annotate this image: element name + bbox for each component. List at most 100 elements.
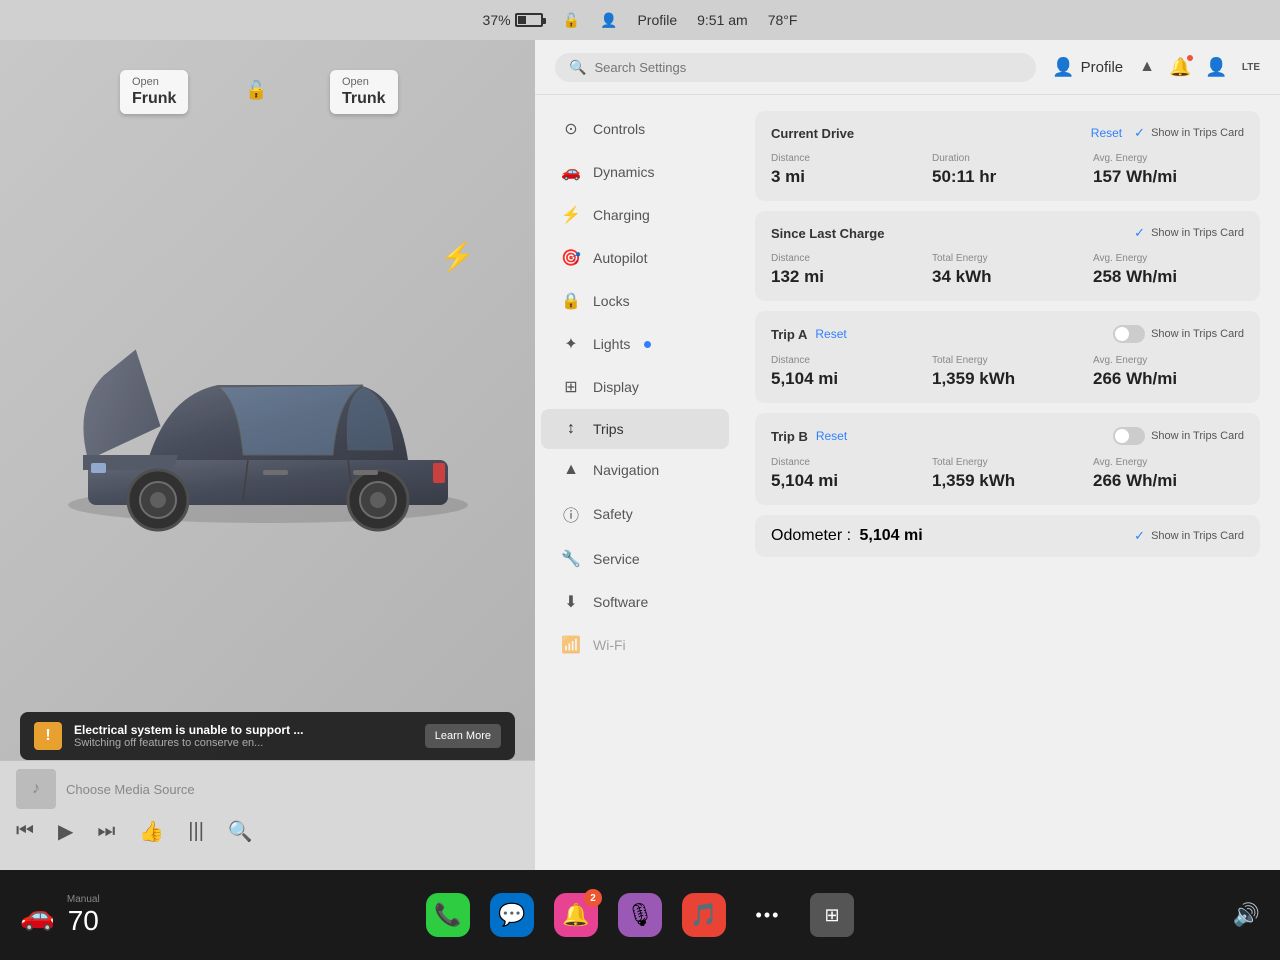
- since-last-charge-avg-energy: Avg. Energy 258 Wh/mi: [1093, 253, 1244, 287]
- nav-label-charging: Charging: [593, 207, 650, 223]
- nav-item-controls[interactable]: ⊙ Controls: [541, 108, 729, 150]
- battery-indicator: 37%: [483, 12, 543, 28]
- podcast-app-button[interactable]: 🎙: [618, 893, 662, 937]
- trip-a-reset-button[interactable]: Reset: [815, 327, 846, 341]
- profile-section[interactable]: 👤 Profile: [1052, 57, 1123, 78]
- learn-more-button[interactable]: Learn More: [425, 724, 501, 748]
- since-last-charge-stats: Distance 132 mi Total Energy 34 kWh Avg.…: [771, 253, 1244, 287]
- trip-b-stats: Distance 5,104 mi Total Energy 1,359 kWh…: [771, 457, 1244, 491]
- status-bar: 37% 🔓 👤 Profile 9:51 am 78°F: [0, 0, 1280, 40]
- alert-warning-icon: !: [34, 722, 62, 750]
- main-content: Open Frunk Open Trunk 🔓: [0, 40, 1280, 870]
- nav-item-service[interactable]: 🔧 Service: [541, 538, 729, 580]
- media-controls: ⏮ ▶ ⏭ 👍 ||| 🔍: [16, 819, 519, 844]
- current-drive-show-trips: ✓ Show in Trips Card: [1134, 125, 1244, 141]
- current-drive-reset-button[interactable]: Reset: [1091, 126, 1122, 140]
- trip-a-distance: Distance 5,104 mi: [771, 355, 922, 389]
- taskbar-right: 🔊: [854, 902, 1260, 928]
- nav-label-autopilot: Autopilot: [593, 250, 647, 266]
- since-last-charge-section: Since Last Charge ✓ Show in Trips Card D…: [755, 211, 1260, 301]
- notification-bell-icon[interactable]: 🔔: [1169, 57, 1191, 78]
- since-last-charge-title: Since Last Charge: [771, 226, 884, 241]
- trips-icon: ↕: [561, 420, 581, 438]
- car-image: [20, 120, 515, 750]
- right-panel: 🔍 👤 Profile ▲ 🔔 👤 LTE: [535, 40, 1280, 870]
- nav-label-navigation: Navigation: [593, 462, 659, 478]
- nav-item-autopilot[interactable]: 🎯 Autopilot: [541, 237, 729, 279]
- trip-a-stats: Distance 5,104 mi Total Energy 1,359 kWh…: [771, 355, 1244, 389]
- temperature-display: 78°F: [768, 12, 798, 28]
- play-pause-button[interactable]: ▶: [58, 819, 73, 844]
- since-last-charge-show-trips: ✓ Show in Trips Card: [1134, 225, 1244, 241]
- odometer-value: 5,104 mi: [859, 527, 922, 544]
- alert-title: Electrical system is unable to support .…: [74, 723, 334, 737]
- since-last-charge-distance: Distance 132 mi: [771, 253, 922, 287]
- autopilot-icon: 🎯: [561, 248, 581, 268]
- main-screen: 37% 🔓 👤 Profile 9:51 am 78°F Open Frunk …: [0, 0, 1280, 870]
- dynamics-icon: 🚗: [561, 162, 581, 182]
- search-box[interactable]: 🔍: [555, 53, 1036, 82]
- odometer-checkmark: ✓: [1134, 528, 1145, 544]
- message-app-button[interactable]: 💬: [490, 893, 534, 937]
- grid-icon: ⊞: [824, 905, 839, 926]
- temp-display: Manual 70: [67, 894, 100, 937]
- current-drive-duration: Duration 50:11 hr: [932, 153, 1083, 187]
- nav-item-wifi[interactable]: 📶 Wi-Fi: [541, 624, 729, 666]
- trip-b-reset-button[interactable]: Reset: [816, 429, 847, 443]
- current-drive-avg-energy: Avg. Energy 157 Wh/mi: [1093, 153, 1244, 187]
- trip-b-toggle[interactable]: [1113, 427, 1145, 445]
- podcast-icon: 🎙: [626, 902, 654, 928]
- settings-body: ⊙ Controls 🚗 Dynamics ⚡ Charging 🎯 Autop…: [535, 95, 1280, 870]
- since-last-charge-total-energy: Total Energy 34 kWh: [932, 253, 1083, 287]
- notification-app-button[interactable]: 🔔 2: [554, 893, 598, 937]
- alert-banner: ! Electrical system is unable to support…: [20, 712, 515, 760]
- app-grid-button[interactable]: ⊞: [810, 893, 854, 937]
- profile-label: Profile: [1081, 59, 1124, 76]
- person-icon[interactable]: 👤: [1205, 57, 1227, 78]
- nav-item-safety[interactable]: ⓘ Safety: [541, 491, 729, 537]
- trip-b-title: Trip B: [771, 429, 808, 444]
- temp-value: 70: [68, 905, 99, 937]
- trip-a-toggle[interactable]: [1113, 325, 1145, 343]
- equalizer-button[interactable]: |||: [188, 820, 204, 843]
- thumbs-up-button[interactable]: 👍: [139, 819, 164, 844]
- search-input[interactable]: [594, 60, 1022, 75]
- more-apps-button[interactable]: •••: [746, 893, 790, 937]
- trip-b-avg-energy: Avg. Energy 266 Wh/mi: [1093, 457, 1244, 491]
- media-search-button[interactable]: 🔍: [228, 819, 253, 844]
- charging-lightning-icon: ⚡: [440, 240, 475, 273]
- car-status-icon: 🚗: [20, 899, 55, 932]
- nav-item-lights[interactable]: ✦ Lights: [541, 323, 729, 365]
- trunk-button[interactable]: Open Trunk: [330, 70, 398, 114]
- nav-item-software[interactable]: ⬇ Software: [541, 581, 729, 623]
- controls-icon: ⊙: [561, 119, 581, 139]
- nav-item-trips[interactable]: ↕ Trips: [541, 409, 729, 449]
- odometer-show-trips: ✓ Show in Trips Card: [1134, 528, 1244, 544]
- search-icon: 🔍: [569, 59, 586, 76]
- more-dots-icon: •••: [756, 905, 781, 926]
- nav-item-locks[interactable]: 🔒 Locks: [541, 280, 729, 322]
- nav-item-charging[interactable]: ⚡ Charging: [541, 194, 729, 236]
- prev-track-button[interactable]: ⏮: [16, 820, 34, 843]
- next-track-button[interactable]: ⏭: [97, 820, 115, 843]
- nav-item-display[interactable]: ⊞ Display: [541, 366, 729, 408]
- music-app-button[interactable]: 🎵: [682, 893, 726, 937]
- phone-app-button[interactable]: 📞: [426, 893, 470, 937]
- header-icons: ▲ 🔔 👤 LTE: [1139, 57, 1260, 78]
- lights-icon: ✦: [561, 334, 581, 354]
- current-drive-title: Current Drive: [771, 126, 854, 141]
- notification-icon: 🔔: [562, 902, 589, 928]
- lock-status-icon: 🔓: [563, 12, 580, 29]
- lte-signal-icon: LTE: [1242, 62, 1260, 73]
- frunk-button[interactable]: Open Frunk: [120, 70, 188, 114]
- nav-label-controls: Controls: [593, 121, 645, 137]
- charging-icon: ⚡: [561, 205, 581, 225]
- up-chevron-icon[interactable]: ▲: [1139, 58, 1155, 76]
- nav-label-lights: Lights: [593, 336, 630, 352]
- nav-item-navigation[interactable]: ▲ Navigation: [541, 450, 729, 490]
- since-last-charge-checkmark: ✓: [1134, 225, 1145, 241]
- nav-item-dynamics[interactable]: 🚗 Dynamics: [541, 151, 729, 193]
- navigation-icon: ▲: [561, 461, 581, 479]
- odometer-row: Odometer : 5,104 mi ✓ Show in Trips Card: [755, 515, 1260, 557]
- volume-icon[interactable]: 🔊: [1233, 902, 1260, 928]
